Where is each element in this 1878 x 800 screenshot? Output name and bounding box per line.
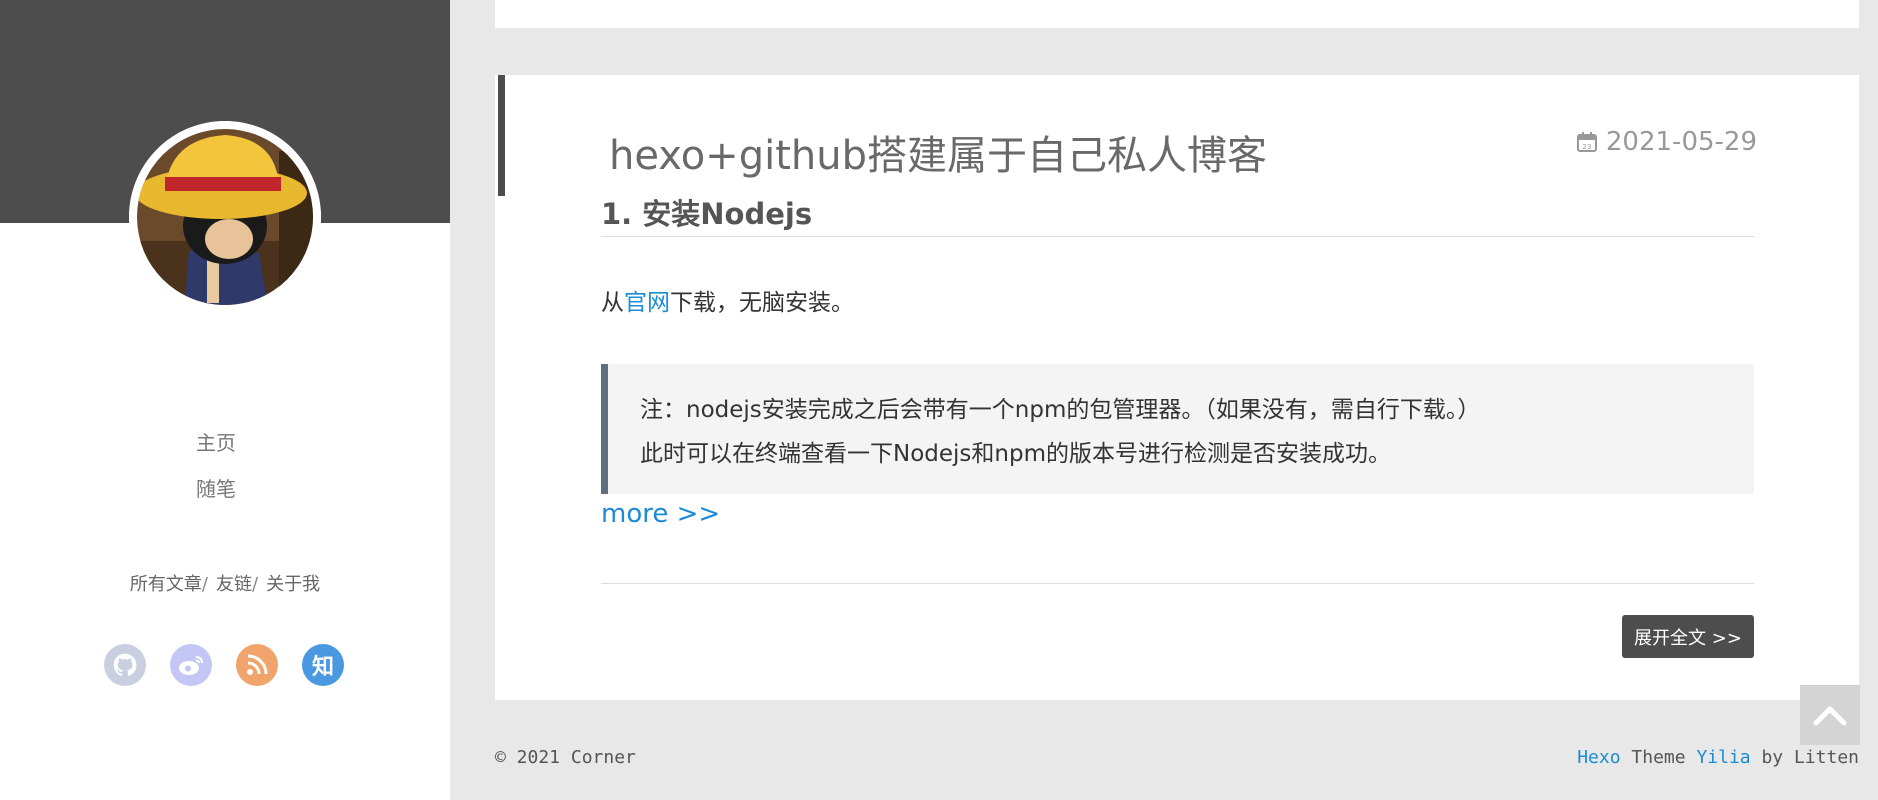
back-to-top-button[interactable]	[1800, 685, 1860, 745]
github-icon[interactable]	[104, 644, 146, 686]
more-link[interactable]: more >>	[601, 499, 720, 529]
footer-theme-text: Theme	[1620, 747, 1697, 768]
article-date-text: 2021-05-29	[1605, 127, 1757, 157]
article-card: hexo+github搭建属于自己私人博客 23 2021-05-29 1. 安…	[495, 75, 1859, 700]
para-text-after: 下载，无脑安装。	[670, 290, 854, 316]
previous-article-card	[495, 0, 1859, 28]
article-paragraph: 从官网下载，无脑安装。	[601, 283, 854, 317]
heading-divider	[601, 236, 1754, 237]
sidebar-sub-links: 所有文章/友链/关于我	[0, 570, 450, 596]
expand-full-article-button[interactable]: 展开全文 >>	[1622, 615, 1754, 658]
footer-credits: Hexo Theme Yilia by Litten	[1577, 747, 1859, 768]
quote-line: 注：nodejs安装完成之后会带有一个npm的包管理器。（如果没有，需自行下载。…	[640, 397, 1481, 423]
article-footer-divider	[601, 583, 1754, 584]
link-separator: /	[252, 574, 259, 595]
footer-copyright: © 2021 Corner	[495, 747, 636, 768]
link-about-me[interactable]: 关于我	[266, 574, 320, 595]
link-friends[interactable]: 友链	[216, 574, 252, 595]
article-accent-bar	[498, 75, 505, 196]
link-all-articles[interactable]: 所有文章	[130, 574, 202, 595]
article-title[interactable]: hexo+github搭建属于自己私人博客	[609, 123, 1267, 181]
main-nav: 主页 随笔	[0, 420, 432, 512]
official-site-link[interactable]: 官网	[624, 290, 670, 316]
calendar-icon: 23	[1576, 132, 1597, 152]
nav-item-essays[interactable]: 随笔	[0, 466, 432, 512]
svg-text:23: 23	[1582, 143, 1591, 151]
para-text-before: 从	[601, 290, 624, 316]
section-heading: 1. 安装Nodejs	[601, 197, 813, 231]
zhihu-icon[interactable]: 知	[302, 644, 344, 686]
avatar[interactable]	[129, 121, 321, 313]
nav-item-home[interactable]: 主页	[0, 420, 432, 466]
note-blockquote: 注：nodejs安装完成之后会带有一个npm的包管理器。（如果没有，需自行下载。…	[601, 364, 1754, 494]
social-links: 知	[104, 644, 368, 686]
yilia-link[interactable]: Yilia	[1696, 747, 1750, 768]
rss-icon[interactable]	[236, 644, 278, 686]
footer-by-text: by Litten	[1750, 747, 1859, 768]
quote-line: 此时可以在终端查看一下Nodejs和npm的版本号进行检测是否安装成功。	[640, 441, 1391, 467]
chevron-up-icon	[1813, 706, 1847, 726]
article-date: 23 2021-05-29	[1576, 127, 1757, 157]
sidebar: 主页 随笔 所有文章/友链/关于我 知	[0, 0, 450, 800]
weibo-icon[interactable]	[170, 644, 212, 686]
hexo-link[interactable]: Hexo	[1577, 747, 1620, 768]
link-separator: /	[201, 574, 208, 595]
